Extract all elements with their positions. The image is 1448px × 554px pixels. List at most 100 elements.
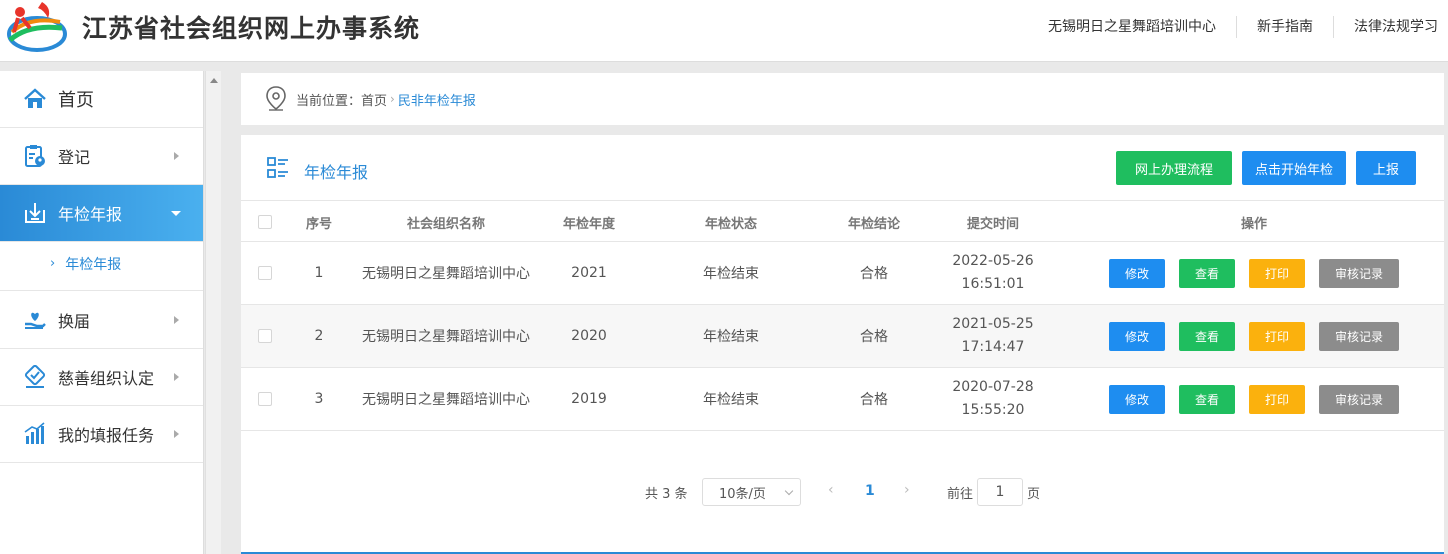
- next-page-icon[interactable]: ›: [904, 482, 910, 498]
- logo-icon: [4, 2, 68, 54]
- row-checkbox[interactable]: [258, 266, 272, 280]
- page-number[interactable]: 1: [865, 483, 875, 499]
- column-header: 年检年度: [562, 216, 615, 232]
- table-row: 3 无锡明日之星舞蹈培训中心 2019 年检结束 合格 2020-07-28 1…: [241, 368, 1444, 431]
- submit-button[interactable]: 上报: [1356, 151, 1416, 185]
- sidebar-item-annual-report[interactable]: 年检年报: [0, 185, 203, 242]
- sidebar-item-label: 登记: [58, 148, 91, 167]
- check-year: 2019: [571, 391, 607, 407]
- view-button[interactable]: 查看: [1179, 259, 1235, 288]
- row-number: 3: [314, 391, 324, 407]
- top-link-org[interactable]: 无锡明日之星舞蹈培训中心: [1028, 16, 1236, 38]
- process-button[interactable]: 网上办理流程: [1116, 151, 1232, 185]
- table-row: 1 无锡明日之星舞蹈培训中心 2021 年检结束 合格 2022-05-26 1…: [241, 242, 1444, 305]
- goto-page-input[interactable]: [977, 478, 1023, 506]
- submit-time: 2020-07-28 15:55:20: [952, 379, 1034, 418]
- chevron-right-icon: [174, 152, 179, 160]
- chevron-right-icon: [174, 316, 179, 324]
- audit-record-button[interactable]: 审核记录: [1319, 259, 1399, 288]
- breadcrumb: 当前位置：首页 › 民非年检年报: [241, 73, 1444, 125]
- page-size-select[interactable]: 10条/页: [702, 478, 801, 506]
- view-button[interactable]: 查看: [1179, 322, 1235, 351]
- pagination: 共 3 条 10条/页 ‹ 1 › 前往 页: [241, 478, 1444, 506]
- home-icon: [23, 87, 47, 111]
- check-status: 年检结束: [703, 266, 759, 282]
- check-year: 2020: [571, 328, 607, 344]
- row-select-cell: [255, 305, 275, 367]
- sidebar-item-label: 换届: [58, 312, 91, 331]
- prev-page-icon[interactable]: ‹: [828, 482, 834, 498]
- location-pin-icon: [265, 86, 287, 112]
- breadcrumb-current: 民非年检年报: [397, 93, 476, 109]
- pagination-total: 共 3 条: [645, 487, 688, 502]
- check-status: 年检结束: [703, 329, 759, 345]
- download-tray-icon: [23, 201, 47, 225]
- top-links: 无锡明日之星舞蹈培训中心 新手指南 法律法规学习: [1028, 16, 1438, 38]
- table-row: 2 无锡明日之星舞蹈培训中心 2020 年检结束 合格 2021-05-25 1…: [241, 305, 1444, 368]
- bar-chart-icon: [23, 422, 47, 446]
- select-all-cell: [255, 202, 275, 242]
- breadcrumb-prefix[interactable]: 当前位置：首页: [296, 90, 387, 109]
- org-name: 无锡明日之星舞蹈培训中心: [362, 329, 530, 345]
- check-status: 年检结束: [703, 392, 759, 408]
- audit-record-button[interactable]: 审核记录: [1319, 385, 1399, 414]
- audit-record-button[interactable]: 审核记录: [1319, 322, 1399, 351]
- sidebar-item-reelection[interactable]: 换届: [0, 292, 203, 349]
- check-result: 合格: [860, 329, 888, 345]
- sidebar: 首页 登记 年检年报 › 年检年报 换届 慈善组织认定 我的填报任务: [0, 71, 204, 554]
- row-checkbox[interactable]: [258, 329, 272, 343]
- sidebar-subitem-label: 年检年报: [65, 256, 122, 273]
- check-year: 2021: [571, 265, 607, 281]
- page-unit-label: 页: [1027, 487, 1041, 502]
- column-header: 年检结论: [847, 216, 900, 232]
- top-link-law[interactable]: 法律法规学习: [1333, 16, 1438, 38]
- edit-button[interactable]: 修改: [1109, 322, 1165, 351]
- column-header: 序号: [305, 216, 332, 232]
- sidebar-scrollbar[interactable]: [205, 71, 221, 554]
- chevron-right-icon: ›: [390, 92, 395, 106]
- main-panel: 年检年报 网上办理流程 点击开始年检 上报 序号 社会组织名称 年检年度 年检状…: [241, 135, 1444, 554]
- print-button[interactable]: 打印: [1249, 322, 1305, 351]
- sidebar-item-label: 我的填报任务: [58, 426, 155, 445]
- row-checkbox[interactable]: [258, 392, 272, 406]
- edit-button[interactable]: 修改: [1109, 259, 1165, 288]
- top-link-guide[interactable]: 新手指南: [1236, 16, 1333, 38]
- row-select-cell: [255, 368, 275, 430]
- badge-check-icon: [23, 365, 47, 389]
- print-button[interactable]: 打印: [1249, 259, 1305, 288]
- edit-button[interactable]: 修改: [1109, 385, 1165, 414]
- sidebar-item-label: 慈善组织认定: [58, 369, 155, 388]
- goto-label: 前往: [947, 487, 974, 502]
- sidebar-item-register[interactable]: 登记: [0, 128, 203, 185]
- sidebar-item-label: 年检年报: [58, 205, 123, 224]
- table-header: 序号 社会组织名称 年检年度 年检状态 年检结论 提交时间 操作: [241, 202, 1444, 242]
- column-header: 年检状态: [704, 216, 757, 232]
- submit-time: 2022-05-26 16:51:01: [952, 253, 1034, 292]
- row-number: 1: [314, 265, 324, 281]
- scroll-up-icon[interactable]: [210, 78, 218, 83]
- sidebar-item-my-tasks[interactable]: 我的填报任务: [0, 406, 203, 463]
- chevron-right-icon: [174, 373, 179, 381]
- sidebar-item-charity[interactable]: 慈善组织认定: [0, 349, 203, 406]
- panel-title: 年检年报: [304, 163, 369, 182]
- header: 江苏省社会组织网上办事系统 无锡明日之星舞蹈培训中心 新手指南 法律法规学习: [0, 0, 1448, 62]
- chevron-down-icon: [171, 211, 181, 216]
- check-result: 合格: [860, 266, 888, 282]
- chevron-right-icon: ›: [50, 256, 56, 271]
- column-header: 操作: [1240, 216, 1267, 232]
- chevron-down-icon: [784, 486, 794, 496]
- start-annual-check-button[interactable]: 点击开始年检: [1242, 151, 1346, 185]
- row-select-cell: [255, 242, 275, 304]
- clipboard-icon: [23, 144, 47, 168]
- sidebar-item-home[interactable]: 首页: [0, 71, 203, 128]
- view-button[interactable]: 查看: [1179, 385, 1235, 414]
- column-header: 提交时间: [966, 216, 1019, 232]
- column-header: 社会组织名称: [406, 216, 485, 232]
- page-size-value: 10条/页: [719, 486, 766, 502]
- row-number: 2: [314, 328, 324, 344]
- select-all-checkbox[interactable]: [258, 215, 272, 229]
- list-icon: [267, 157, 289, 179]
- sidebar-subitem-annual-report[interactable]: › 年检年报: [0, 237, 203, 291]
- print-button[interactable]: 打印: [1249, 385, 1305, 414]
- sidebar-item-label: 首页: [58, 90, 94, 111]
